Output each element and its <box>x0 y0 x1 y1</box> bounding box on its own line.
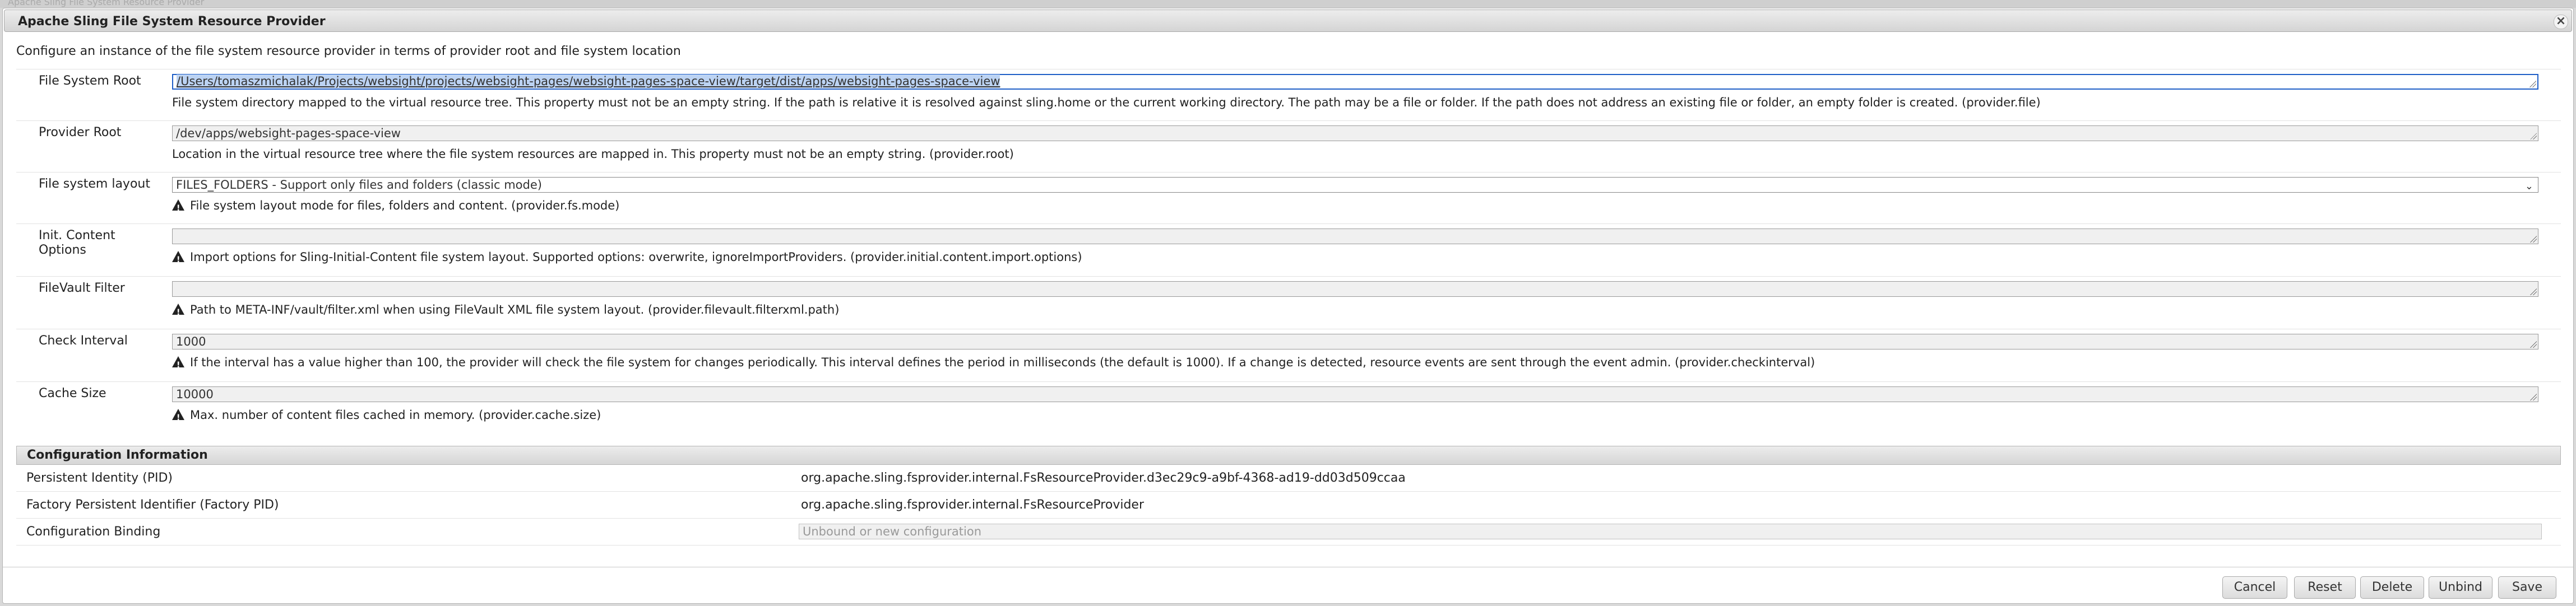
background-window-title: Apache Sling File System Resource Provid… <box>8 0 205 7</box>
filevault-filter-input[interactable] <box>172 281 2538 297</box>
config-dialog: Apache Sling File System Resource Provid… <box>2 8 2574 604</box>
init-content-options-input[interactable] <box>172 229 2538 244</box>
field-label: File system layout <box>39 177 150 191</box>
button-bar: Cancel Reset Delete Unbind Save <box>3 567 2573 603</box>
selected-text: /Users/tomaszmichalak/Projects/websight/… <box>177 74 1000 88</box>
file-system-root-input[interactable]: /Users/tomaszmichalak/Projects/websight/… <box>172 74 2538 90</box>
save-button[interactable]: Save <box>2498 576 2556 599</box>
resize-grip-icon[interactable] <box>2530 341 2537 348</box>
reset-button[interactable]: Reset <box>2294 576 2356 599</box>
background-window: Apache Sling File System Resource Provid… <box>0 0 2576 8</box>
chevron-down-icon[interactable]: ⌄ <box>2525 179 2533 194</box>
close-icon[interactable]: × <box>2554 15 2568 29</box>
field-help: If the interval has a value higher than … <box>172 355 2560 372</box>
field-help: Max. number of content files cached in m… <box>172 408 2560 425</box>
check-interval-input[interactable]: 1000 <box>172 334 2538 349</box>
warning-icon <box>172 409 184 425</box>
file-system-layout-select[interactable]: FILES_FOLDERS - Support only files and f… <box>172 177 2538 193</box>
help-text: Location in the virtual resource tree wh… <box>172 147 1014 161</box>
provider-root-input[interactable]: /dev/apps/websight-pages-space-view <box>172 125 2538 141</box>
configuration-binding-label: Configuration Binding <box>26 525 161 539</box>
field-label: File System Root <box>39 74 141 88</box>
pid-value: org.apache.sling.fsprovider.internal.FsR… <box>801 471 1406 485</box>
warning-icon <box>172 356 184 372</box>
field-row-init-content-options: Init. Content Options Import options for… <box>16 223 2561 276</box>
field-row-file-system-layout: File system layout FILES_FOLDERS - Suppo… <box>16 172 2561 223</box>
field-row-cache-size: Cache Size 10000 Max. number of content … <box>16 381 2561 434</box>
resize-grip-icon[interactable] <box>2529 81 2536 87</box>
help-text: Import options for Sling-Initial-Content… <box>190 250 1082 264</box>
field-value: 10000 <box>176 388 214 401</box>
field-label: Cache Size <box>39 386 106 400</box>
warning-icon <box>172 251 184 267</box>
help-text: File system directory mapped to the virt… <box>172 96 2041 109</box>
field-value: 1000 <box>176 335 206 348</box>
help-text: Max. number of content files cached in m… <box>190 408 601 422</box>
configuration-binding-field: Unbound or new configuration <box>799 524 2542 539</box>
resize-grip-icon[interactable] <box>2530 236 2537 243</box>
resize-grip-icon[interactable] <box>2530 288 2537 295</box>
field-row-check-interval: Check Interval 1000 If the interval has … <box>16 329 2561 381</box>
dialog-title: Apache Sling File System Resource Provid… <box>18 15 326 29</box>
resize-grip-icon[interactable] <box>2530 394 2537 400</box>
factory-pid-row: Factory Persistent Identifier (Factory P… <box>16 492 2561 519</box>
field-label: FileVault Filter <box>39 281 125 295</box>
warning-icon <box>172 304 184 320</box>
selected-option: FILES_FOLDERS - Support only files and f… <box>176 178 542 192</box>
dialog-description: Configure an instance of the file system… <box>16 44 681 58</box>
cache-size-input[interactable]: 10000 <box>172 386 2538 402</box>
field-help: Path to META-INF/vault/filter.xml when u… <box>172 302 2560 320</box>
field-value: /dev/apps/websight-pages-space-view <box>176 127 401 140</box>
field-label: Provider Root <box>39 125 122 139</box>
field-row-file-system-root: File System Root /Users/tomaszmichalak/P… <box>16 69 2561 120</box>
pid-row: Persistent Identity (PID) org.apache.sli… <box>16 465 2561 492</box>
unbind-button[interactable]: Unbind <box>2429 576 2492 599</box>
configuration-information-heading: Configuration Information <box>16 446 2561 465</box>
help-text: File system layout mode for files, folde… <box>190 199 620 212</box>
field-row-provider-root: Provider Root /dev/apps/websight-pages-s… <box>16 120 2561 172</box>
factory-pid-label: Factory Persistent Identifier (Factory P… <box>26 498 279 512</box>
delete-button[interactable]: Delete <box>2360 576 2424 599</box>
help-text: If the interval has a value higher than … <box>190 356 1815 369</box>
field-row-filevault-filter: FileVault Filter Path to META-INF/vault/… <box>16 276 2561 329</box>
field-label: Check Interval <box>39 334 128 348</box>
cancel-button[interactable]: Cancel <box>2222 576 2287 599</box>
dialog-titlebar[interactable]: Apache Sling File System Resource Provid… <box>4 10 2572 32</box>
field-help: File system layout mode for files, folde… <box>172 198 2560 216</box>
help-text: Path to META-INF/vault/filter.xml when u… <box>190 303 840 316</box>
field-help: Import options for Sling-Initial-Content… <box>172 250 2560 267</box>
field-help: Location in the virtual resource tree wh… <box>172 147 2560 161</box>
warning-icon <box>172 199 184 216</box>
field-help: File system directory mapped to the virt… <box>172 95 2560 110</box>
configuration-binding-row: Configuration Binding Unbound or new con… <box>16 519 2561 546</box>
factory-pid-value: org.apache.sling.fsprovider.internal.FsR… <box>801 498 1144 512</box>
resize-grip-icon[interactable] <box>2530 133 2537 139</box>
pid-label: Persistent Identity (PID) <box>26 471 173 485</box>
field-label: Init. Content Options <box>39 229 115 257</box>
